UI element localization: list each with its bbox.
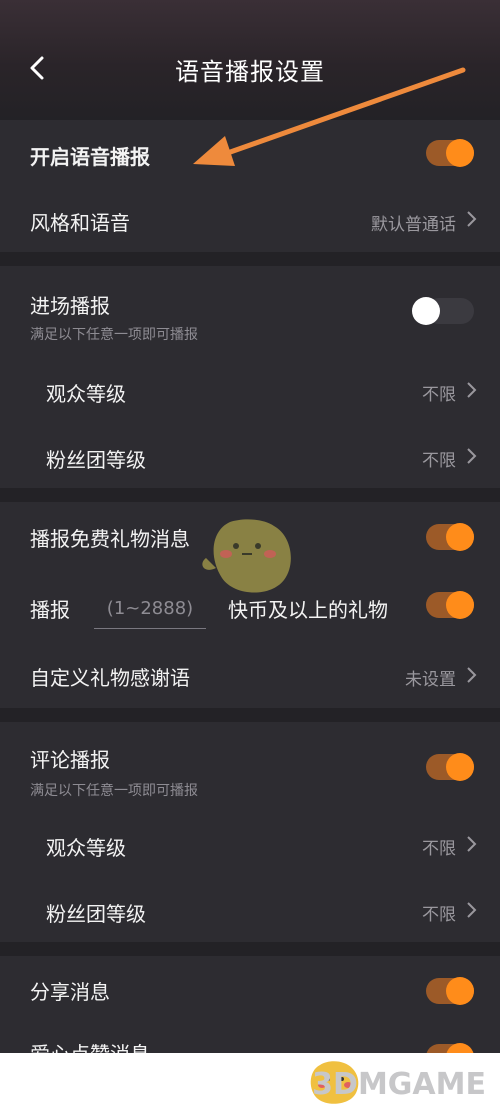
free-gift-toggle[interactable] <box>426 523 474 551</box>
row-share-message: 分享消息 <box>0 956 500 1022</box>
row-entry-broadcast: 进场播报 满足以下任意一项即可播报 <box>0 266 500 350</box>
entry-broadcast-hint: 满足以下任意一项即可播报 <box>30 327 198 343</box>
audience-level-value: 不限 <box>422 385 456 405</box>
gift-thanks-value: 未设置 <box>405 670 456 690</box>
gift-thanks-label: 自定义礼物感谢语 <box>30 666 190 690</box>
entry-broadcast-toggle[interactable] <box>412 297 474 325</box>
row-comment-audience-level[interactable]: 观众等级 不限 <box>0 810 500 876</box>
row-comment-broadcast: 评论播报 满足以下任意一项即可播报 <box>0 722 500 806</box>
broadcast-prefix-label: 播报 <box>30 598 70 622</box>
chevron-right-icon <box>467 211 477 227</box>
style-voice-label: 风格和语音 <box>30 211 130 235</box>
chevron-right-icon <box>467 382 477 398</box>
toggle-knob <box>446 591 474 619</box>
toggle-knob <box>446 523 474 551</box>
row-style-voice[interactable]: 风格和语音 默认普通话 <box>0 186 500 252</box>
audience-level-value: 不限 <box>422 839 456 859</box>
style-voice-value: 默认普通话 <box>371 215 456 235</box>
chevron-right-icon <box>467 836 477 852</box>
watermark-footer: 3DMGAME <box>0 1053 500 1111</box>
comment-broadcast-hint: 满足以下任意一项即可播报 <box>30 783 198 799</box>
row-entry-audience-level[interactable]: 观众等级 不限 <box>0 356 500 422</box>
chevron-right-icon <box>467 448 477 464</box>
row-comment-fans-level[interactable]: 粉丝团等级 不限 <box>0 876 500 942</box>
toggle-knob <box>446 977 474 1005</box>
gift-amount-input[interactable]: (1~2888) <box>94 594 206 629</box>
toggle-knob <box>446 753 474 781</box>
share-message-label: 分享消息 <box>30 980 110 1004</box>
free-gift-label: 播报免费礼物消息 <box>30 527 190 551</box>
toggle-knob <box>412 297 440 325</box>
row-gift-thanks[interactable]: 自定义礼物感谢语 未设置 <box>0 642 500 708</box>
comment-broadcast-label: 评论播报 <box>30 748 110 772</box>
chevron-right-icon <box>467 667 477 683</box>
chevron-right-icon <box>467 902 477 918</box>
comment-broadcast-toggle[interactable] <box>426 753 474 781</box>
fans-level-value: 不限 <box>422 451 456 471</box>
orange-arrow-annotation <box>193 67 466 166</box>
entry-broadcast-label: 进场播报 <box>30 294 110 318</box>
share-message-toggle[interactable] <box>426 977 474 1005</box>
row-entry-fans-level[interactable]: 粉丝团等级 不限 <box>0 422 500 488</box>
fans-level-value: 不限 <box>422 905 456 925</box>
audience-level-label: 观众等级 <box>46 836 126 860</box>
gift-threshold-toggle[interactable] <box>426 591 474 619</box>
watermark-logo-text: 3DMGAME <box>312 1067 486 1102</box>
fans-level-label: 粉丝团等级 <box>46 902 146 926</box>
enable-voice-label: 开启语音播报 <box>30 145 150 169</box>
mascot-watermark-image <box>202 519 291 593</box>
fans-level-label: 粉丝团等级 <box>46 448 146 472</box>
audience-level-label: 观众等级 <box>46 382 126 406</box>
